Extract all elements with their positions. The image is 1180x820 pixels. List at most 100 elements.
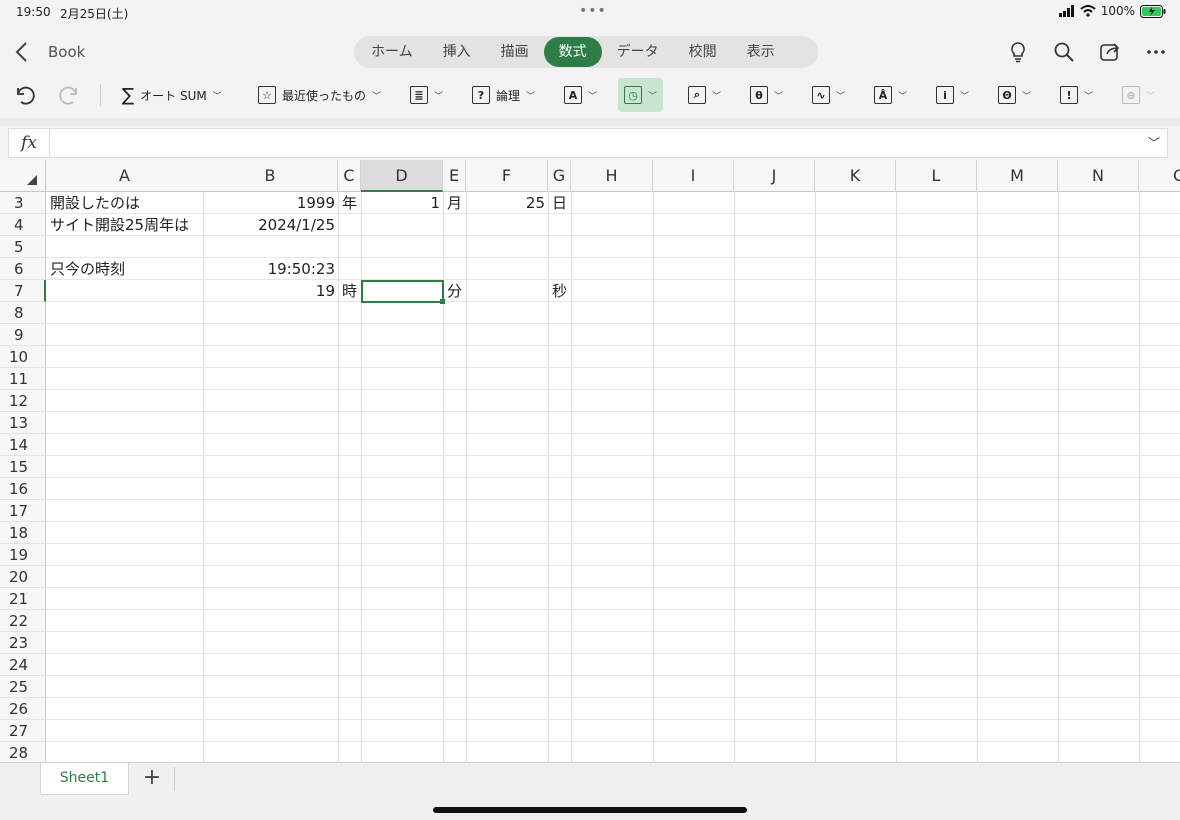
text-functions-button[interactable]: A ﹀ — [564, 78, 597, 112]
row-header-10[interactable]: 10 — [0, 346, 46, 368]
row-header-22[interactable]: 22 — [0, 610, 46, 632]
recent-functions-button[interactable]: ☆ 最近使ったもの ﹀ — [258, 78, 381, 112]
row-header-14[interactable]: 14 — [0, 434, 46, 456]
home-indicator[interactable] — [433, 807, 747, 813]
redo-button[interactable] — [58, 78, 82, 112]
row-header-5[interactable]: 5 — [0, 236, 46, 258]
cell-c3[interactable]: 年 — [338, 192, 361, 214]
spreadsheet-grid[interactable]: A B C D E F G H I J K L M N O 3 4 5 6 7 … — [0, 160, 1180, 762]
column-header-f[interactable]: F — [466, 160, 548, 192]
cell-a4[interactable]: サイト開設25周年は — [46, 214, 203, 236]
cell-d3[interactable]: 1 — [361, 192, 443, 214]
cell-b6[interactable]: 19:50:23 — [203, 258, 338, 280]
sheet-tab-sheet1[interactable]: Sheet1 — [40, 763, 129, 795]
datetime-functions-button[interactable]: ◷ ﹀ — [618, 78, 664, 112]
database-functions-button[interactable]: Θ ﹀ — [998, 78, 1031, 112]
row-header-23[interactable]: 23 — [0, 632, 46, 654]
row-header-26[interactable]: 26 — [0, 698, 46, 720]
tab-data[interactable]: データ — [602, 37, 674, 67]
gridline — [46, 477, 1180, 478]
row-header-25[interactable]: 25 — [0, 676, 46, 698]
column-header-l[interactable]: L — [896, 160, 977, 192]
column-header-c[interactable]: C — [338, 160, 361, 192]
fill-handle[interactable] — [440, 299, 445, 304]
row-header-19[interactable]: 19 — [0, 544, 46, 566]
row-header-17[interactable]: 17 — [0, 500, 46, 522]
column-header-h[interactable]: H — [571, 160, 653, 192]
row-header-9[interactable]: 9 — [0, 324, 46, 346]
row-header-21[interactable]: 21 — [0, 588, 46, 610]
compatibility-functions-button[interactable]: ! ﹀ — [1060, 78, 1093, 112]
column-header-e[interactable]: E — [443, 160, 466, 192]
tab-review[interactable]: 校閲 — [674, 37, 732, 67]
plus-icon[interactable]: + — [138, 765, 166, 793]
logical-functions-button[interactable]: ? 論理 ﹀ — [472, 78, 535, 112]
cell-b7[interactable]: 19 — [203, 280, 338, 302]
tab-home[interactable]: ホーム — [356, 37, 428, 67]
tab-draw[interactable]: 描画 — [486, 37, 544, 67]
row-header-12[interactable]: 12 — [0, 390, 46, 412]
lightbulb-icon[interactable] — [1006, 40, 1030, 64]
row-header-8[interactable]: 8 — [0, 302, 46, 324]
active-cell-d7[interactable] — [361, 280, 444, 303]
autosum-button[interactable]: ∑ オート SUM ﹀ — [122, 78, 222, 112]
row-header-27[interactable]: 27 — [0, 720, 46, 742]
database-icon: Θ — [998, 86, 1016, 104]
row-header-13[interactable]: 13 — [0, 412, 46, 434]
undo-button[interactable] — [12, 78, 36, 112]
status-date: 2月25日(土) — [60, 7, 129, 21]
column-header-g[interactable]: G — [548, 160, 571, 192]
cell-b4[interactable]: 2024/1/25 — [203, 214, 338, 236]
row-header-28[interactable]: 28 — [0, 742, 46, 762]
row-header-4[interactable]: 4 — [0, 214, 46, 236]
column-header-o[interactable]: O — [1139, 160, 1180, 192]
cell-f3[interactable]: 25 — [466, 192, 548, 214]
share-icon[interactable] — [1098, 40, 1122, 64]
row-header-24[interactable]: 24 — [0, 654, 46, 676]
column-header-k[interactable]: K — [815, 160, 896, 192]
multitasking-dots[interactable]: ••• — [579, 3, 607, 19]
cell-g7[interactable]: 秒 — [548, 280, 571, 302]
web-functions-button[interactable]: ⊕ ﹀ — [1122, 78, 1155, 112]
column-header-i[interactable]: I — [653, 160, 734, 192]
chevron-down-icon: ﹀ — [372, 91, 382, 102]
row-header-18[interactable]: 18 — [0, 522, 46, 544]
engineering-functions-button[interactable]: Å ﹀ — [874, 78, 907, 112]
chevron-down-icon[interactable]: ﹀ — [1148, 134, 1160, 151]
formula-input[interactable] — [50, 128, 1168, 158]
tab-insert[interactable]: 挿入 — [428, 37, 486, 67]
chevron-left-icon[interactable] — [12, 40, 32, 64]
column-header-m[interactable]: M — [977, 160, 1058, 192]
select-all-corner[interactable] — [0, 160, 46, 192]
column-header-d[interactable]: D — [361, 160, 443, 192]
lookup-functions-button[interactable]: ⌕ ﹀ — [688, 78, 721, 112]
row-header-7[interactable]: 7 — [0, 280, 46, 302]
information-functions-button[interactable]: i ﹀ — [936, 78, 969, 112]
document-name[interactable]: Book — [48, 43, 85, 61]
more-icon[interactable] — [1144, 40, 1168, 64]
tab-view[interactable]: 表示 — [732, 37, 790, 67]
statistical-functions-button[interactable]: ∿ ﹀ — [812, 78, 845, 112]
cell-b3[interactable]: 1999 — [203, 192, 338, 214]
column-header-b[interactable]: B — [203, 160, 338, 192]
row-header-11[interactable]: 11 — [0, 368, 46, 390]
cell-c7[interactable]: 時 — [338, 280, 361, 302]
search-icon[interactable] — [1052, 40, 1076, 64]
cell-g3[interactable]: 日 — [548, 192, 571, 214]
tab-formulas[interactable]: 数式 — [543, 37, 602, 67]
row-header-15[interactable]: 15 — [0, 456, 46, 478]
row-header-6[interactable]: 6 — [0, 258, 46, 280]
cell-e7[interactable]: 分 — [443, 280, 466, 302]
financial-functions-button[interactable]: ≣ ﹀ — [410, 78, 443, 112]
cell-a6[interactable]: 只今の時刻 — [46, 258, 203, 280]
column-header-n[interactable]: N — [1058, 160, 1139, 192]
math-functions-button[interactable]: θ ﹀ — [750, 78, 783, 112]
column-header-a[interactable]: A — [46, 160, 204, 192]
column-header-j[interactable]: J — [734, 160, 815, 192]
row-header-3[interactable]: 3 — [0, 192, 46, 214]
row-header-16[interactable]: 16 — [0, 478, 46, 500]
function-icon[interactable]: fx — [8, 128, 50, 158]
row-header-20[interactable]: 20 — [0, 566, 46, 588]
cell-a3[interactable]: 開設したのは — [46, 192, 203, 214]
cell-e3[interactable]: 月 — [443, 192, 466, 214]
